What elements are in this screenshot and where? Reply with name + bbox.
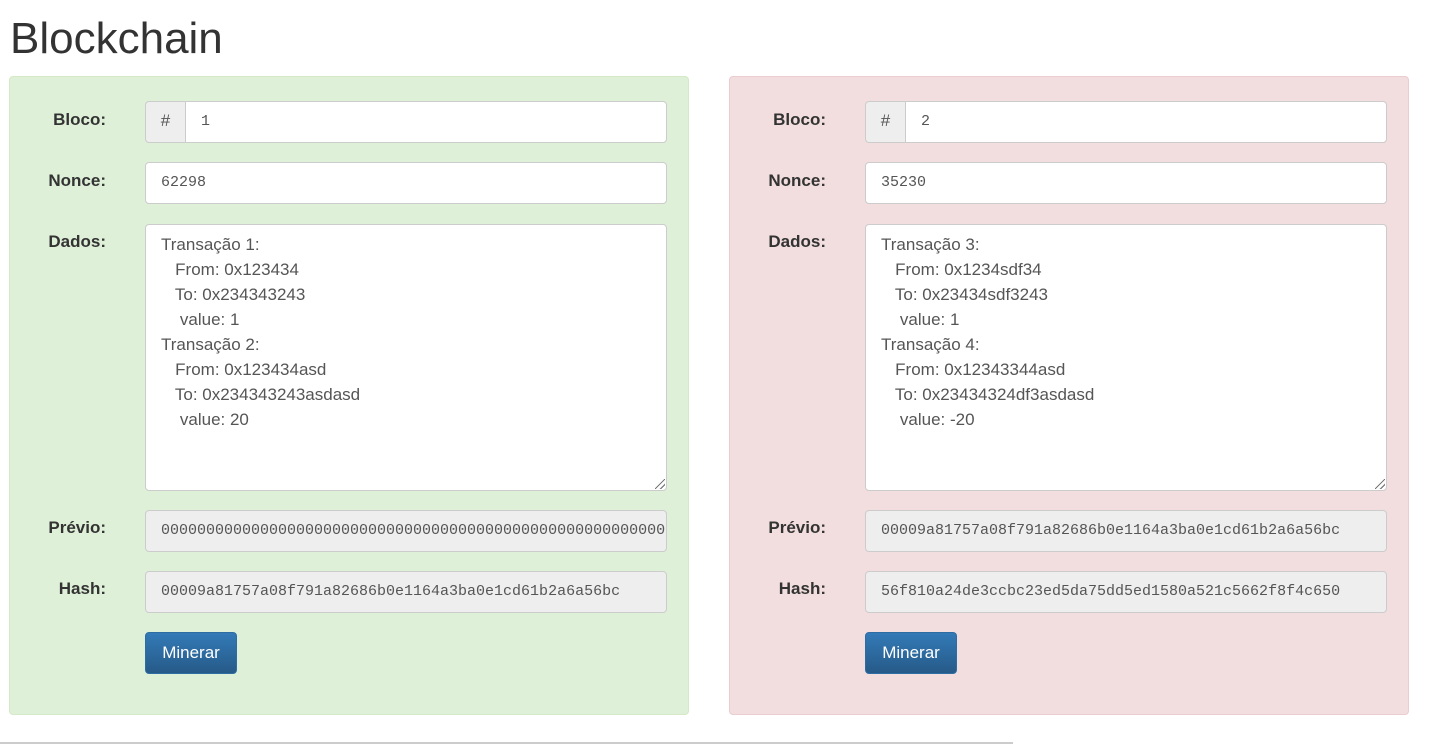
mine-button[interactable]: Minerar xyxy=(865,632,957,674)
previous-label: Prévio: xyxy=(768,518,826,537)
horizontal-scrollbar[interactable] xyxy=(0,742,1013,744)
hash-sign-addon: # xyxy=(865,101,905,143)
hash-sign-addon: # xyxy=(145,101,185,143)
block-number-input[interactable]: 1 xyxy=(185,101,667,143)
nonce-input[interactable]: 35230 xyxy=(865,162,1387,204)
nonce-label: Nonce: xyxy=(48,171,106,190)
block-number-input[interactable]: 2 xyxy=(905,101,1387,143)
block-number-group: # 1 xyxy=(145,101,667,143)
data-label: Dados: xyxy=(768,232,826,251)
block-label: Bloco: xyxy=(773,110,826,129)
block-number-group: # 2 xyxy=(865,101,1387,143)
previous-label: Prévio: xyxy=(48,518,106,537)
page-title: Blockchain xyxy=(10,14,223,63)
hash-input: 00009a81757a08f791a82686b0e1164a3ba0e1cd… xyxy=(145,571,667,613)
block-panel-2: Bloco: # 2 Nonce: 35230 Dados: Transação… xyxy=(729,76,1409,715)
data-label: Dados: xyxy=(48,232,106,251)
mine-button[interactable]: Minerar xyxy=(145,632,237,674)
hash-label: Hash: xyxy=(58,579,106,598)
block-panel-1: Bloco: # 1 Nonce: 62298 Dados: Transação… xyxy=(9,76,689,715)
nonce-label: Nonce: xyxy=(768,171,826,190)
block-label: Bloco: xyxy=(53,110,106,129)
previous-hash-input: 0000000000000000000000000000000000000000… xyxy=(145,510,667,552)
hash-label: Hash: xyxy=(778,579,826,598)
data-textarea[interactable]: Transação 1: From: 0x123434 To: 0x234343… xyxy=(145,224,667,491)
nonce-input[interactable]: 62298 xyxy=(145,162,667,204)
hash-input: 56f810a24de3ccbc23ed5da75dd5ed1580a521c5… xyxy=(865,571,1387,613)
data-textarea[interactable]: Transação 3: From: 0x1234sdf34 To: 0x234… xyxy=(865,224,1387,491)
previous-hash-input: 00009a81757a08f791a82686b0e1164a3ba0e1cd… xyxy=(865,510,1387,552)
